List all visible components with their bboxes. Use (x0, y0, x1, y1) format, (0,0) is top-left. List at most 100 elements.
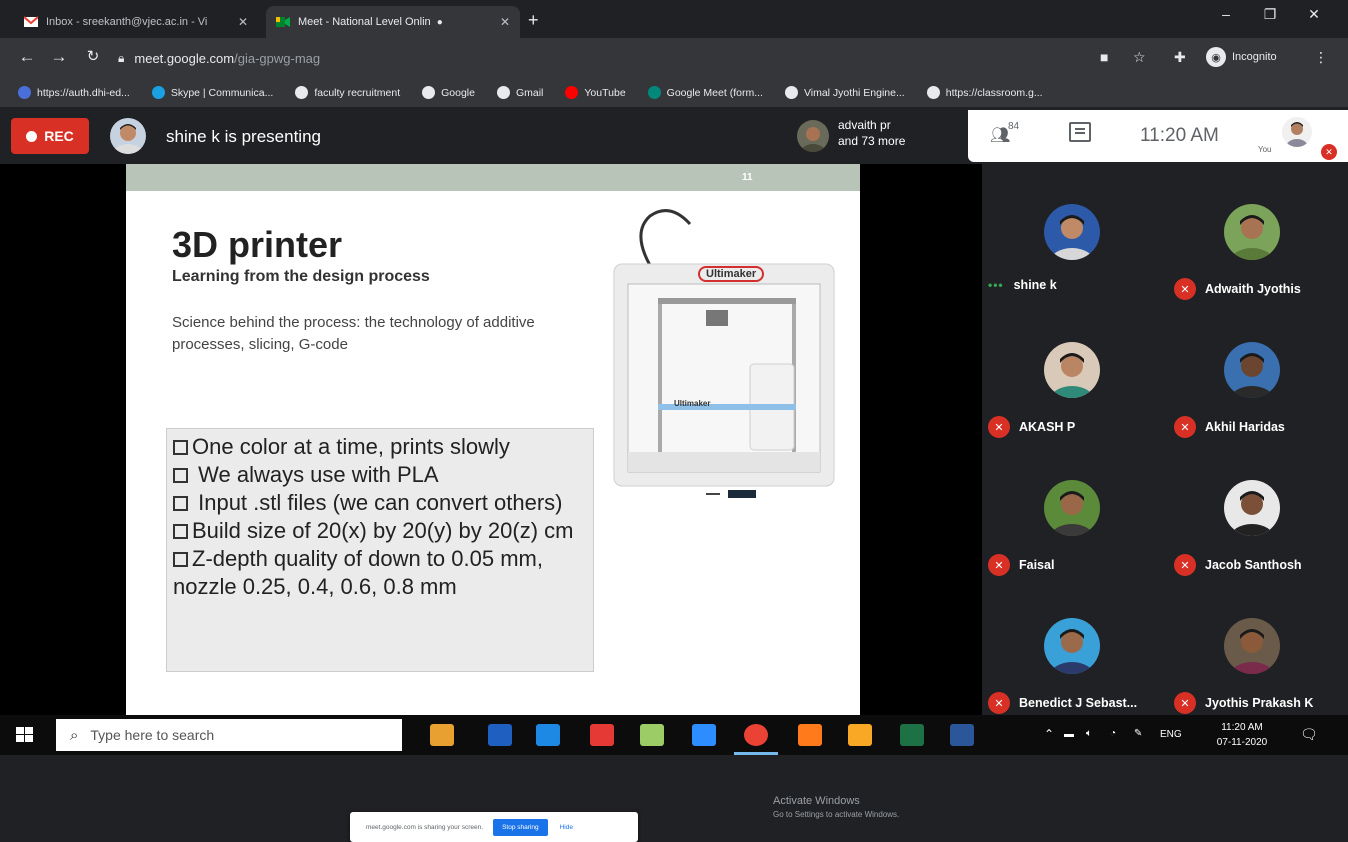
browser-tab-strip: Inbox - sreekanth@vjec.ac.in - Vi ✕ Meet… (0, 0, 1348, 38)
taskbar-clock[interactable]: 11:20 AM 07-11-2020 (1212, 720, 1272, 750)
participant-name: Jyothis Prakash K (1205, 696, 1314, 710)
participant-name-row: ✕ Jacob Santhosh (1174, 554, 1302, 576)
stop-sharing-button[interactable]: Stop sharing (493, 818, 548, 836)
share-message: meet.google.com is sharing your screen. (366, 823, 484, 831)
bookmark-item[interactable]: Skype | Communica... (151, 86, 273, 99)
menu-icon[interactable]: ⋮ (1314, 49, 1328, 66)
bookmark-item[interactable]: Vimal Jyothi Engine... (784, 86, 905, 99)
notifications-icon[interactable]: 🗨︎ (1300, 726, 1318, 743)
bookmark-item[interactable]: https://classroom.g... (926, 86, 1043, 99)
address-bar[interactable]: 🔒︎ meet.google.com /gia-gpwg-mag (118, 44, 1098, 72)
bullet-text: Input .stl files (we can convert others) (192, 490, 563, 515)
taskbar-app-icon[interactable] (900, 724, 924, 746)
participant-name-row: ✕ Faisal (988, 554, 1054, 576)
battery-icon[interactable]: ▬ (1064, 729, 1074, 740)
meet-controls-panel: 👥︎ 84 11:20 AM You ✕ (968, 110, 1348, 162)
recording-badge: REC (11, 118, 89, 154)
meet-top-bar: REC shine k is presenting advaith pr and… (0, 108, 1348, 164)
wifi-icon[interactable]: ◔ (1110, 728, 1116, 739)
self-avatar[interactable] (1282, 117, 1312, 147)
participant-tile[interactable]: ✕ AKASH P (982, 332, 1162, 462)
close-icon[interactable]: ✕ (492, 15, 510, 29)
restore-icon[interactable]: ❐ (1250, 6, 1290, 23)
taskbar-app-icon[interactable] (950, 724, 974, 746)
bookmark-item[interactable]: YouTube (565, 86, 626, 99)
activate-windows-watermark: Activate Windows Go to Settings to activ… (773, 794, 899, 822)
forward-arrow-icon[interactable]: → (48, 47, 70, 67)
printer-brand-top: Ultimaker (698, 266, 765, 282)
new-tab-button[interactable]: + (528, 10, 539, 31)
participant-avatar (1044, 480, 1100, 536)
taskbar-app-icon[interactable] (430, 724, 454, 746)
bullet-text: Build size of 20(x) by 20(y) by 20(z) cm (192, 518, 574, 543)
bookmark-favicon-icon (151, 86, 165, 99)
taskbar-app-icon[interactable] (692, 724, 716, 746)
bullet-text: We always use with PLA (192, 462, 439, 487)
language-indicator[interactable]: ENG (1160, 729, 1182, 740)
participant-grid: ••• shine k ✕ Adwaith Jyothis ✕ AKASH P ✕ Akhil… (982, 164, 1348, 715)
mic-off-icon: ✕ (988, 692, 1010, 714)
bookmark-item[interactable]: Google Meet (form... (647, 86, 763, 99)
tab-meet-title: Meet - National Level Onlin (298, 16, 431, 28)
taskbar-search[interactable]: ⌕ Type here to search (56, 719, 402, 751)
bookmark-label: Google (441, 86, 475, 99)
taskbar-app-icon[interactable] (488, 724, 512, 746)
participant-tile[interactable]: ••• shine k (982, 194, 1162, 324)
participant-avatar (1044, 618, 1100, 674)
chat-icon[interactable] (1069, 122, 1091, 142)
participant-avatar (1044, 204, 1100, 260)
tab-meet[interactable]: Meet - National Level Onlin ● ✕ (266, 6, 520, 38)
reload-icon[interactable]: ↻ (82, 47, 104, 65)
taskbar-time: 11:20 AM (1221, 722, 1263, 733)
checkbox-bullet-icon (173, 524, 188, 539)
participant-tile[interactable]: ✕ Adwaith Jyothis (1162, 194, 1342, 324)
pinned-avatar (797, 120, 829, 152)
presentation-slide: 11 3D printer Learning from the design p… (126, 164, 860, 715)
participant-tile[interactable]: ✕ Akhil Haridas (1162, 332, 1342, 462)
bullet-list: One color at a time, prints slowly We al… (166, 428, 594, 672)
bullet-item: Z-depth quality of down to 0.05 mm, nozz… (173, 545, 587, 601)
bookmark-favicon-icon (647, 86, 661, 99)
incognito-indicator[interactable]: ◉ Incognito (1206, 47, 1277, 67)
participant-name-row: ••• shine k (988, 278, 1057, 292)
bookmark-item[interactable]: Google (422, 86, 475, 99)
taskbar-app-icon[interactable] (536, 724, 560, 746)
volume-icon[interactable]: 🔈︎ (1086, 728, 1092, 739)
printer-brand-bar: Ultimaker (674, 399, 711, 408)
participant-name: AKASH P (1019, 420, 1076, 434)
bookmark-label: Google Meet (form... (666, 86, 763, 99)
bookmark-item[interactable]: faculty recruitment (295, 86, 400, 99)
tray-chevron-icon[interactable]: ⌃ (1044, 727, 1054, 741)
bullet-text: One color at a time, prints slowly (192, 434, 510, 459)
participant-tile[interactable]: ✕ Faisal (982, 470, 1162, 600)
taskbar-app-icon[interactable] (848, 724, 872, 746)
star-icon[interactable]: ☆ (1133, 49, 1146, 66)
windows-start-icon[interactable] (16, 727, 34, 743)
close-window-icon[interactable]: ✕ (1294, 6, 1334, 23)
bullet-item: Build size of 20(x) by 20(y) by 20(z) cm (173, 517, 587, 545)
bookmark-item[interactable]: https://auth.dhi-ed... (18, 86, 130, 99)
mic-off-icon: ✕ (1174, 278, 1196, 300)
back-arrow-icon[interactable]: ← (16, 47, 38, 67)
close-icon[interactable]: ✕ (230, 15, 248, 29)
taskbar-app-icon[interactable] (590, 724, 614, 746)
extensions-icon[interactable]: ✚ (1174, 49, 1186, 66)
hide-button[interactable]: Hide (560, 824, 573, 831)
taskbar-app-icon[interactable] (744, 724, 768, 746)
tab-inbox[interactable]: Inbox - sreekanth@vjec.ac.in - Vi ✕ (14, 6, 258, 38)
taskbar-date: 07-11-2020 (1216, 737, 1268, 748)
pinned-participant[interactable]: advaith pr and 73 more (838, 117, 905, 149)
minimize-icon[interactable]: – (1206, 6, 1246, 22)
taskbar-app-icon[interactable] (798, 724, 822, 746)
taskbar-app-icon[interactable] (640, 724, 664, 746)
bookmark-item[interactable]: Gmail (496, 86, 543, 99)
pen-icon[interactable]: ✎ (1134, 728, 1142, 739)
participant-name-row: ✕ AKASH P (988, 416, 1075, 438)
people-count: 84 (1008, 121, 1020, 132)
bookmark-favicon-icon (565, 86, 579, 99)
camera-icon[interactable]: ■ (1100, 49, 1108, 65)
participant-tile[interactable]: ✕ Jacob Santhosh (1162, 470, 1342, 600)
bullet-text: Z-depth quality of down to 0.05 mm, nozz… (173, 546, 543, 599)
url-path: /gia-gpwg-mag (234, 50, 321, 66)
presenter-avatar (110, 118, 146, 154)
